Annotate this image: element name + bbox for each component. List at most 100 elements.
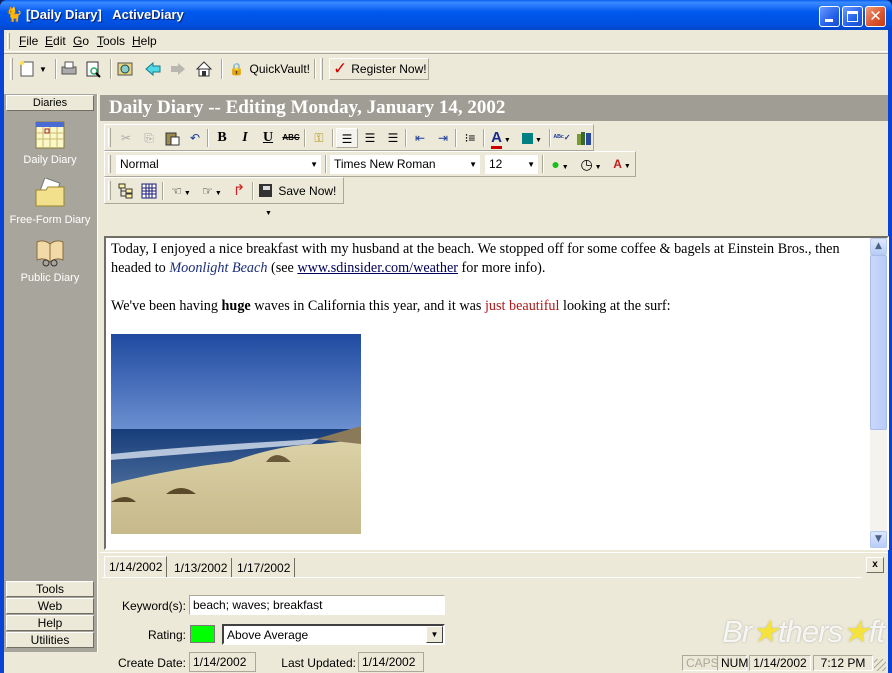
dropdown-arrow-icon[interactable]: ▼ [533, 137, 542, 144]
title-bar[interactable]: 🐈 [Daily Diary] ActiveDiary ✕ [0, 0, 892, 30]
align-right-button[interactable]: ☰ [382, 128, 404, 148]
dropdown-arrow-icon[interactable]: ▼ [593, 164, 602, 171]
menu-go[interactable]: Go [73, 34, 89, 48]
menu-edit[interactable]: Edit [45, 34, 66, 48]
tab-1-17-2002[interactable]: 1/17/2002 [233, 558, 296, 578]
toolbar-grip[interactable] [320, 58, 323, 80]
underline-button[interactable]: U [257, 128, 279, 148]
bullets-button[interactable]: ⁝≡ [459, 128, 481, 148]
chevron-down-icon[interactable]: ▼ [469, 156, 477, 173]
dropdown-arrow-icon[interactable]: ▼ [39, 65, 47, 74]
close-button[interactable]: ✕ [865, 6, 886, 27]
chevron-down-icon[interactable]: ▼ [426, 626, 443, 643]
spell-check-button[interactable]: ᴬᴮᶜ✓ [551, 128, 573, 148]
scrollbar-thumb[interactable] [870, 255, 887, 430]
indent-button[interactable]: ⇥ [432, 128, 454, 148]
sidebar-button-utilities[interactable]: Utilities [6, 632, 94, 648]
align-center-button[interactable]: ☰ [359, 128, 381, 148]
undo-button[interactable]: ↶ [184, 128, 206, 148]
toolbar-grip[interactable] [10, 58, 13, 80]
register-button[interactable]: ✓ Register Now! [329, 58, 429, 80]
align-left-button[interactable]: ☰ [336, 128, 358, 148]
font-color-button[interactable]: A ▼ [486, 128, 516, 149]
tab-1-13-2002[interactable]: 1/13/2002 [170, 558, 233, 578]
italic-button[interactable]: I [234, 128, 256, 148]
dropdown-arrow-icon[interactable]: ▼ [182, 190, 191, 197]
thesaurus-button[interactable] [573, 128, 595, 148]
highlight-color-button[interactable]: ▼ [517, 128, 547, 148]
jump-button[interactable]: ↱ [228, 181, 250, 201]
print-preview-button[interactable] [84, 58, 106, 80]
weather-link[interactable]: www.sdinsider.com/weather [297, 260, 458, 276]
diary-editor[interactable]: Today, I enjoyed a nice breakfast with m… [104, 236, 889, 550]
copy-button[interactable]: ⎘ [138, 128, 160, 148]
sidebar-button-web[interactable]: Web [6, 598, 94, 614]
find-button[interactable] [116, 58, 138, 80]
save-now-button[interactable]: Save Now! ▼ [256, 181, 344, 217]
previous-entry-button[interactable]: ☜ ▼ [166, 181, 196, 201]
separator [405, 129, 407, 147]
app-window: 🐈 [Daily Diary] ActiveDiary ✕ File Edit … [0, 0, 892, 673]
font-select[interactable]: Times New Roman ▼ [330, 155, 480, 174]
bold-button[interactable]: B [211, 128, 233, 148]
table-button[interactable] [138, 181, 160, 201]
home-button[interactable] [195, 58, 217, 80]
style-select[interactable]: Normal ▼ [116, 155, 321, 174]
outline-button[interactable] [115, 181, 137, 201]
next-entry-button[interactable]: ☞ ▼ [197, 181, 227, 201]
tab-1-14-2002[interactable]: 1/14/2002 [104, 556, 168, 578]
toolbar-grip[interactable] [108, 181, 111, 200]
print-button[interactable] [60, 58, 82, 80]
separator [325, 155, 327, 173]
menu-tools[interactable]: Tools [97, 34, 125, 48]
insert-field-button[interactable]: A ▼ [607, 154, 637, 174]
outdent-button[interactable]: ⇤ [409, 128, 431, 148]
minimize-button[interactable] [819, 6, 840, 27]
font-size-select[interactable]: 12 ▼ [485, 155, 538, 174]
maximize-icon [847, 11, 858, 22]
rating-select[interactable]: Above Average ▼ [222, 624, 445, 645]
chevron-down-icon[interactable]: ▼ [527, 156, 535, 173]
dropdown-arrow-icon[interactable]: ▼ [213, 190, 222, 197]
chevron-down-icon[interactable]: ▼ [310, 156, 318, 173]
quickvault-button[interactable]: 🔒 QuickVault! [228, 58, 310, 80]
status-time: 7:12 PM [813, 655, 873, 671]
strikethrough-icon: ABC [282, 133, 300, 142]
close-panel-button[interactable]: x [866, 557, 884, 573]
scroll-down-button[interactable]: ▼ [870, 531, 887, 548]
scroll-up-button[interactable]: ▲ [870, 238, 887, 255]
dropdown-arrow-icon[interactable]: ▼ [265, 210, 272, 217]
sidebar-header-diaries[interactable]: Diaries [6, 95, 94, 111]
back-button[interactable] [144, 58, 166, 80]
sidebar-item-daily-diary[interactable]: Daily Diary [4, 118, 96, 166]
menu-help[interactable]: Help [132, 34, 157, 48]
paste-button[interactable] [161, 128, 183, 148]
sidebar-button-tools[interactable]: Tools [6, 581, 94, 597]
rating-color-swatch[interactable] [190, 625, 215, 643]
sidebar-item-free-form-diary[interactable]: Free-Form Diary [4, 178, 96, 226]
beach-photo[interactable] [111, 334, 361, 534]
editor-content[interactable]: Today, I enjoyed a nice breakfast with m… [111, 240, 866, 335]
text-run: We've been having [111, 298, 222, 314]
comment-button[interactable]: ● ▼ [545, 154, 575, 174]
keywords-input[interactable]: beach; waves; breakfast [189, 595, 445, 615]
toolbar-grip[interactable] [108, 155, 111, 173]
insert-time-button[interactable]: ◷ ▼ [576, 154, 606, 174]
new-button[interactable]: ▼ [18, 58, 52, 80]
maximize-button[interactable] [842, 6, 863, 27]
sidebar-button-help[interactable]: Help [6, 615, 94, 631]
sidebar-item-public-diary[interactable]: Public Diary [4, 236, 96, 284]
toolbar-grip[interactable] [108, 128, 111, 147]
dropdown-arrow-icon[interactable]: ▼ [622, 163, 631, 170]
strikethrough-button[interactable]: ABC [280, 128, 302, 148]
register-label: Register Now! [351, 62, 427, 76]
menu-file[interactable]: File [19, 34, 38, 48]
menubar-grip[interactable] [7, 33, 10, 49]
cut-button[interactable]: ✂ [115, 128, 137, 148]
dropdown-arrow-icon[interactable]: ▼ [502, 137, 511, 144]
resize-grip[interactable] [874, 659, 886, 671]
editor-scrollbar[interactable]: ▲ ▼ [870, 238, 887, 548]
dropdown-arrow-icon[interactable]: ▼ [560, 164, 569, 171]
forward-button[interactable] [169, 58, 191, 80]
password-button[interactable]: ⚿ [308, 128, 330, 148]
